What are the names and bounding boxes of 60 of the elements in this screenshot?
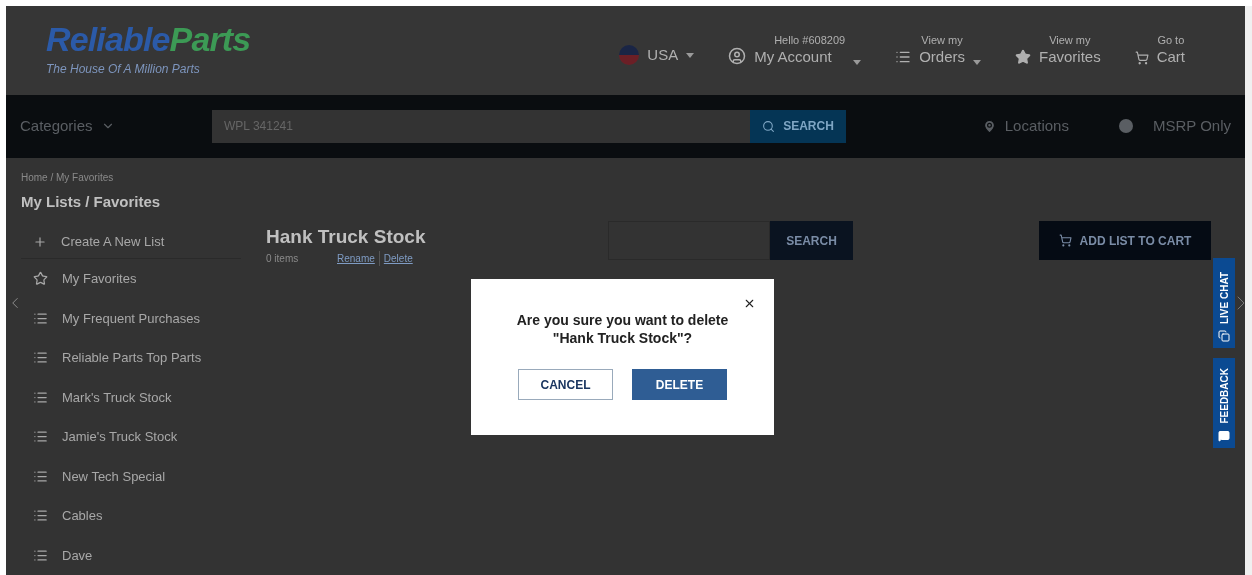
- feedback-icon: [1218, 430, 1230, 442]
- cart-icon: [1134, 50, 1149, 65]
- create-list-button[interactable]: Create A New List: [21, 225, 241, 259]
- dialog-message: Are you sure you want to delete "Hank Truck Stock"?: [515, 311, 730, 347]
- search-button[interactable]: SEARCH: [750, 109, 846, 143]
- list-item[interactable]: Jamie's Truck Stock: [21, 417, 241, 457]
- breadcrumb: Home / My Favorites: [21, 170, 115, 185]
- close-icon[interactable]: [743, 297, 756, 310]
- list-icon: [33, 389, 48, 405]
- list-icon: [33, 468, 48, 484]
- categories-menu[interactable]: Categories: [20, 114, 212, 138]
- locations-link[interactable]: Locations: [981, 114, 1069, 138]
- list-icon: [33, 429, 48, 445]
- country-selector[interactable]: USA: [619, 44, 695, 67]
- favorites-link[interactable]: View my Favorites: [1014, 34, 1101, 67]
- cart-link[interactable]: Go to Cart: [1134, 34, 1185, 67]
- caret-icon: [853, 59, 862, 65]
- chat-icon: [1218, 330, 1230, 342]
- list-search-button[interactable]: SEARCH: [770, 221, 853, 260]
- flag-icon: [619, 45, 640, 66]
- page-title: My Lists / Favorites: [21, 191, 162, 212]
- list-icon: [33, 547, 48, 563]
- orders-caption: View my: [921, 34, 963, 48]
- list-icon: [33, 508, 48, 524]
- list-item[interactable]: My Frequent Purchases: [21, 298, 241, 338]
- caret-icon: [686, 52, 695, 58]
- logo-text[interactable]: Parts: [169, 22, 251, 57]
- list-item[interactable]: Cables: [21, 496, 241, 536]
- orders-menu[interactable]: View my Orders: [895, 34, 981, 67]
- list-icon: [33, 350, 48, 366]
- item-count: 0 items: [266, 251, 300, 266]
- list-item[interactable]: Dave: [21, 535, 241, 575]
- account-icon: [728, 46, 747, 65]
- side-tab[interactable]: LIVE CHAT: [1213, 258, 1235, 348]
- list-item[interactable]: Mark's Truck Stock: [21, 377, 241, 417]
- list-title: Hank Truck Stock: [266, 225, 427, 249]
- list-item[interactable]: New Tech Special: [21, 456, 241, 496]
- account-menu[interactable]: Hello #608209 My Account: [728, 34, 862, 67]
- plus-icon: [33, 234, 47, 249]
- toggle-knob: [1118, 119, 1133, 134]
- list-icon: [33, 310, 48, 326]
- msrp-toggle[interactable]: MSRP Only: [1118, 114, 1231, 138]
- side-tab[interactable]: FEEDBACK: [1213, 358, 1235, 448]
- account-greeting: Hello #608209: [774, 34, 846, 48]
- caret-icon: [972, 59, 981, 65]
- cart-icon: [1058, 234, 1072, 247]
- star-icon: [33, 271, 48, 287]
- favorites-caption: View my: [1049, 34, 1091, 48]
- list-search-field[interactable]: [608, 221, 770, 260]
- delete-link[interactable]: Delete: [379, 250, 413, 266]
- delete-button[interactable]: DELETE: [632, 369, 727, 400]
- logo-tagline: The House Of A Million Parts: [46, 61, 201, 79]
- list-item[interactable]: My Favorites: [21, 259, 241, 299]
- star-icon: [1014, 48, 1031, 65]
- search-icon: [762, 119, 776, 133]
- cart-caption: Go to: [1157, 34, 1185, 48]
- rename-link[interactable]: Rename: [337, 250, 380, 266]
- add-list-to-cart-button[interactable]: ADD LIST TO CART: [1039, 221, 1211, 260]
- cancel-button[interactable]: CANCEL: [518, 369, 613, 400]
- list-item[interactable]: Reliable Parts Top Parts: [21, 338, 241, 378]
